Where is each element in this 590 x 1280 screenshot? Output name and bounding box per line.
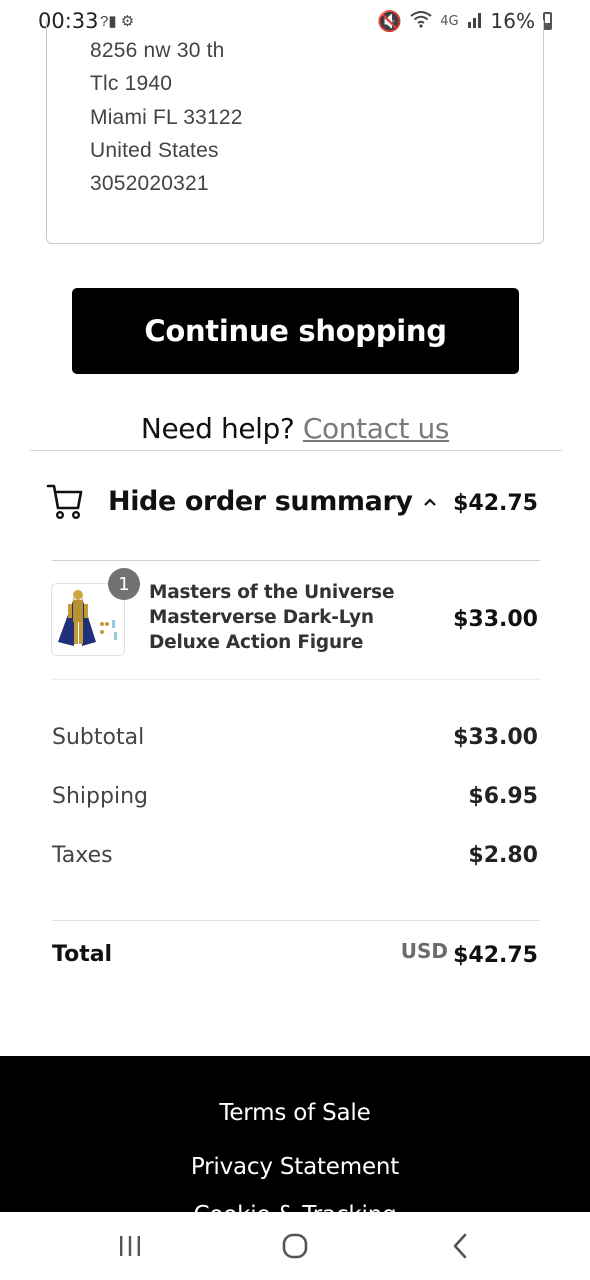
order-summary-total: $42.75 — [453, 491, 538, 516]
total-label: Total — [52, 942, 113, 967]
back-button[interactable] — [430, 1226, 490, 1266]
continue-shopping-button[interactable]: Continue shopping — [72, 288, 519, 374]
home-button[interactable] — [265, 1226, 325, 1266]
hide-order-summary-toggle[interactable]: Hide order summary — [108, 486, 437, 517]
need-help-text: Need help? — [140, 412, 295, 445]
cookie-tracking-link[interactable]: Cookie & Tracking — [0, 1202, 590, 1212]
subtotal-label: Subtotal — [52, 725, 145, 750]
shipping-value: $6.95 — [468, 784, 538, 809]
order-summary-label: Hide order summary — [108, 486, 413, 517]
help-divider — [30, 450, 562, 451]
total-value: $42.75 — [453, 943, 538, 968]
address-line-4: United States — [90, 139, 219, 162]
taxes-label: Taxes — [52, 843, 113, 868]
chevron-up-icon — [423, 492, 437, 511]
recent-apps-icon — [120, 1236, 140, 1256]
need-help: Need help? Contact us — [0, 412, 590, 445]
privacy-statement-link[interactable]: Privacy Statement — [0, 1154, 590, 1180]
address-phone: 3052020321 — [90, 172, 209, 195]
footer: Terms of Sale Privacy Statement Cookie &… — [0, 1056, 590, 1212]
product-name: Masters of the Universe Masterverse Dark… — [149, 582, 395, 653]
back-icon — [453, 1233, 467, 1259]
address-line-3: Miami FL 33122 — [90, 106, 243, 129]
subtotal-value: $33.00 — [453, 725, 538, 750]
home-icon — [282, 1233, 308, 1259]
cart-icon[interactable] — [46, 482, 84, 520]
address-line-1: 8256 nw 30 th — [90, 39, 225, 62]
product-divider — [52, 679, 540, 680]
terms-of-sale-link[interactable]: Terms of Sale — [0, 1100, 590, 1126]
android-nav-bar — [0, 1212, 590, 1280]
recent-apps-button[interactable] — [100, 1226, 160, 1266]
contact-us-link[interactable]: Contact us — [303, 412, 450, 445]
summary-divider — [52, 560, 540, 561]
totals-divider — [52, 920, 540, 921]
quantity-badge: 1 — [108, 568, 140, 600]
battery-icon — [543, 12, 552, 30]
product-price: $33.00 — [453, 607, 538, 632]
address-line-2: Tlc 1940 — [90, 72, 173, 95]
total-currency: USD — [400, 939, 448, 963]
taxes-value: $2.80 — [468, 843, 538, 868]
shipping-label: Shipping — [52, 784, 148, 809]
